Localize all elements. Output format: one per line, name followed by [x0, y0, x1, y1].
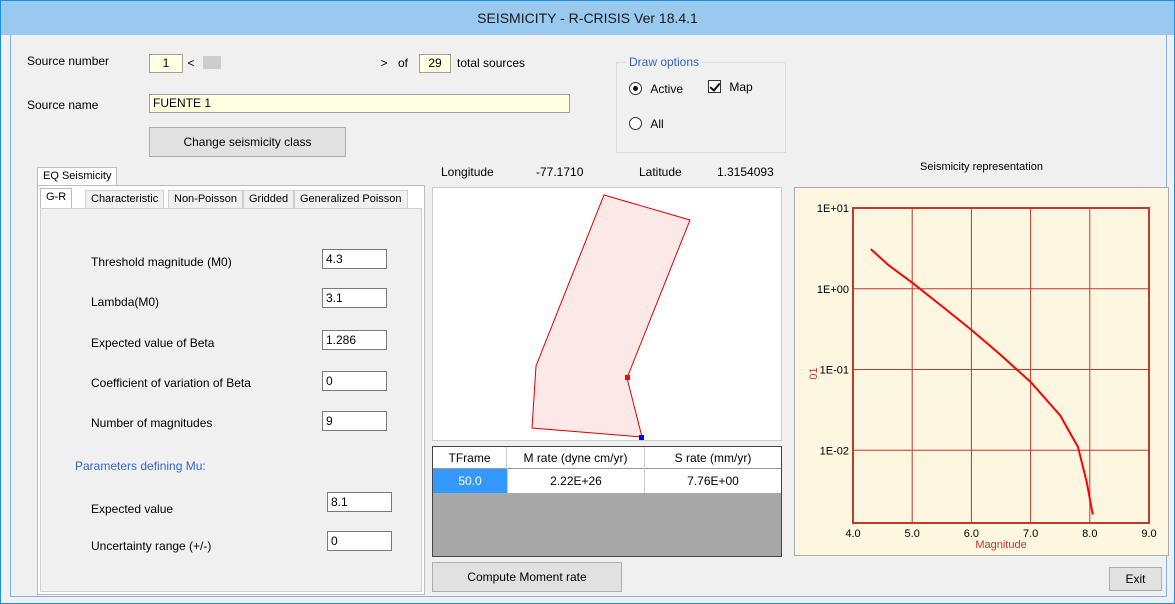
- radio-active-label: Active: [650, 82, 684, 96]
- threshold-input[interactable]: 4.3: [322, 249, 387, 269]
- col-m-rate: M rate (dyne cm/yr): [507, 447, 645, 469]
- radio-all-indicator[interactable]: [629, 117, 642, 130]
- latitude-value: 1.3154093: [717, 165, 774, 179]
- mu-section-label: Parameters defining Mu:: [75, 459, 206, 473]
- col-tframe: TFrame: [433, 447, 507, 469]
- col-s-rate: S rate (mm/yr): [674, 451, 752, 465]
- threshold-label: Threshold magnitude (M0): [91, 255, 232, 269]
- scroll-thumb[interactable]: [203, 56, 221, 69]
- source-polygon-svg: [531, 194, 691, 440]
- tab-gridded[interactable]: Gridded: [243, 190, 295, 208]
- nmag-input[interactable]: 9: [322, 411, 387, 431]
- source-map[interactable]: [432, 187, 782, 441]
- x-axis-label: Magnitude: [975, 539, 1026, 551]
- exit-button[interactable]: Exit: [1109, 567, 1162, 591]
- seismicity-chart-svg: 4.0 5.0 6.0 7.0 8.0 9.01E+011E+001E-011E-02Ma…: [808, 203, 1157, 551]
- scroll-right-arrow[interactable]: >: [377, 56, 391, 70]
- plot-frame: [852, 207, 1150, 524]
- source-number-label: Source number: [27, 54, 110, 68]
- radio-active[interactable]: Active: [629, 82, 683, 96]
- draw-options-title: Draw options: [626, 55, 703, 69]
- table-header: TFrame M rate (dyne cm/yr) S rate (mm/yr…: [433, 447, 781, 469]
- latitude-label: Latitude: [639, 165, 682, 179]
- beta-input[interactable]: 1.286: [322, 330, 387, 350]
- map-checkbox-label: Map: [729, 80, 753, 94]
- radio-active-indicator[interactable]: [629, 82, 642, 95]
- vertex-marker-red[interactable]: [625, 375, 630, 380]
- vertex-marker-blue[interactable]: [639, 435, 644, 440]
- longitude-label: Longitude: [441, 165, 494, 179]
- tab-eq-seismicity[interactable]: EQ Seismicity: [37, 167, 118, 185]
- cov-beta-input[interactable]: 0: [322, 371, 387, 391]
- source-name-label: Source name: [27, 98, 99, 112]
- eq-seismicity-tab-area: EQ Seismicity G-R Characteristic Non-Poi…: [37, 165, 425, 595]
- tab-non-poisson[interactable]: Non-Poisson: [168, 190, 243, 208]
- window-title: SEISMICITY - R-CRISIS Ver 18.4.1: [1, 1, 1174, 35]
- lambda-input[interactable]: 3.1: [322, 288, 387, 308]
- y-axis-label: 01: [808, 367, 820, 379]
- source-scrollbar[interactable]: < >: [184, 54, 414, 73]
- mu-expected-input[interactable]: 8.1: [327, 492, 392, 512]
- mu-range-input[interactable]: 0: [327, 531, 392, 551]
- source-polygon: [531, 194, 691, 438]
- cell-tframe[interactable]: 50.0: [433, 469, 507, 493]
- y-tick-label: 1E+00: [817, 284, 849, 296]
- y-tick-label: 1E+01: [817, 203, 849, 215]
- table-row[interactable]: 50.0 2.22E+26 7.76E+00: [433, 469, 781, 493]
- y-tick-label: 1E-02: [820, 445, 849, 457]
- lambda-label: Lambda(M0): [91, 295, 160, 309]
- cell-m-rate[interactable]: 2.22E+26: [507, 469, 645, 493]
- longitude-value: -77.1710: [536, 165, 584, 179]
- of-label: of: [398, 56, 409, 70]
- tab-g-r[interactable]: G-R: [40, 188, 73, 208]
- x-tick-label: 8.0: [1082, 528, 1097, 540]
- source-name-field[interactable]: FUENTE 1: [149, 94, 570, 113]
- map-checkbox-box[interactable]: [708, 80, 721, 93]
- x-tick-label: 9.0: [1141, 528, 1156, 540]
- change-seismicity-class-button[interactable]: Change seismicity class: [149, 127, 346, 157]
- scroll-left-arrow[interactable]: <: [184, 56, 198, 70]
- radio-all[interactable]: All: [629, 117, 664, 131]
- mu-range-label: Uncertainty range (+/-): [91, 539, 212, 553]
- nmag-label: Number of magnitudes: [91, 416, 213, 430]
- draw-options-group: Draw options Active Map All: [616, 55, 786, 153]
- compute-moment-rate-button[interactable]: Compute Moment rate: [432, 562, 622, 592]
- inner-tab-strip: G-R Characteristic Non-Poisson Gridded G…: [38, 188, 424, 208]
- eq-seismicity-panel: G-R Characteristic Non-Poisson Gridded G…: [37, 185, 425, 595]
- x-tick-label: 4.0: [845, 528, 860, 540]
- gr-panel: Threshold magnitude (M0) 4.3 Lambda(M0) …: [40, 208, 422, 592]
- total-sources-value: 29: [419, 54, 451, 73]
- beta-label: Expected value of Beta: [91, 336, 215, 350]
- mu-expected-label: Expected value: [91, 502, 174, 516]
- radio-all-label: All: [650, 117, 664, 131]
- cov-beta-label: Coefficient of variation of Beta: [91, 376, 251, 390]
- map-checkbox[interactable]: Map: [708, 80, 753, 94]
- content-frame: Source number 1 < > of 29 total sources …: [10, 35, 1169, 597]
- y-tick-label: 1E-01: [820, 365, 849, 377]
- chart-title: Seismicity representation: [920, 161, 1043, 173]
- cell-s-rate[interactable]: 7.76E+00: [645, 469, 781, 493]
- x-tick-label: 5.0: [905, 528, 920, 540]
- seismicity-chart: 4.0 5.0 6.0 7.0 8.0 9.0 1E+01 1E+00 1E-01 1E-02 Ma…: [794, 187, 1169, 556]
- tab-generalized-poisson[interactable]: Generalized Poisson: [294, 190, 408, 208]
- main-window: SEISMICITY - R-CRISIS Ver 18.4.1 Source …: [0, 0, 1175, 604]
- tab-characteristic[interactable]: Characteristic: [85, 190, 165, 208]
- source-number-value: 1: [149, 54, 183, 73]
- moment-rate-table: TFrame M rate (dyne cm/yr) S rate (mm/yr…: [432, 446, 782, 557]
- total-sources-label: total sources: [457, 56, 526, 70]
